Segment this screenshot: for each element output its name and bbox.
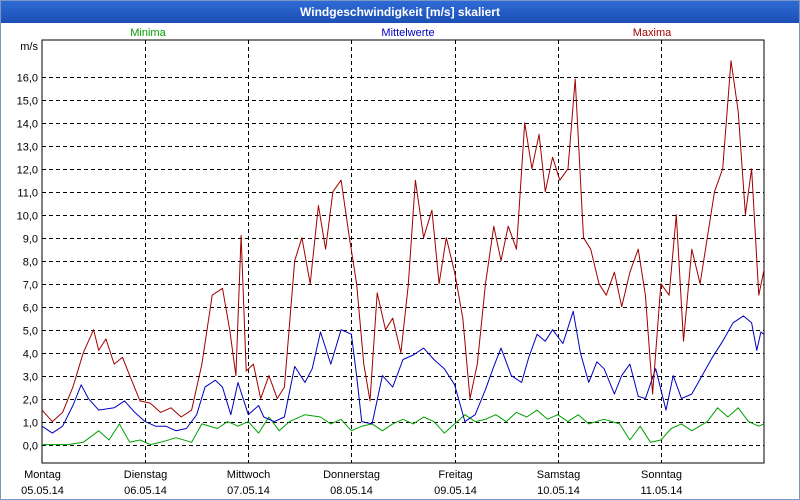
- y-tick-label: 9,0: [23, 234, 38, 246]
- x-tick-date: 08.05.14: [330, 485, 373, 497]
- y-tick-label: 0,0: [23, 441, 38, 453]
- y-tick-label: 7,0: [23, 280, 38, 292]
- x-tick-weekday: Samstag: [537, 469, 580, 481]
- y-tick-label: 6,0: [23, 303, 38, 315]
- y-tick-label: 10,0: [17, 211, 38, 223]
- wind-speed-chart: 0,0 1,0 2,0 3,0 4,0 5,0 6,0 7,0 8,0 9,0 10,0 11,0 12…: [17, 27, 765, 497]
- x-tick-date: 09.05.14: [434, 485, 477, 497]
- x-tick-date: 06.05.14: [124, 485, 167, 497]
- y-tick-label: 2,0: [23, 395, 38, 407]
- x-tick-date: 11.05.14: [640, 485, 682, 497]
- x-tick-weekday: Sonntag: [641, 469, 682, 481]
- y-tick-label: 15,0: [17, 96, 38, 108]
- x-tick-weekday: Montag: [24, 469, 61, 481]
- y-tick-label: 5,0: [23, 326, 38, 338]
- y-tick-label: 14,0: [17, 119, 38, 131]
- y-tick-label: 1,0: [23, 418, 38, 430]
- y-tick-label: 11,0: [17, 188, 38, 200]
- y-tick-label: 13,0: [17, 142, 38, 154]
- y-axis-label: m/s: [20, 41, 38, 53]
- x-tick-date: 07.05.14: [227, 485, 270, 497]
- y-tick-label: 16,0: [17, 73, 38, 85]
- x-tick-weekday: Freitag: [438, 469, 472, 481]
- y-tick-label: 4,0: [23, 349, 38, 361]
- legend-maxima: Maxima: [633, 27, 672, 39]
- x-tick-weekday: Donnerstag: [323, 469, 380, 481]
- y-tick-label: 3,0: [23, 372, 38, 384]
- legend-mittelwerte: Mittelwerte: [381, 27, 434, 39]
- x-tick-date: 10.05.14: [537, 485, 580, 497]
- x-tick-weekday: Dienstag: [124, 469, 167, 481]
- x-tick-date: 05.05.14: [21, 485, 64, 497]
- legend-minima: Minima: [130, 27, 166, 39]
- y-tick-label: 12,0: [17, 165, 38, 177]
- x-tick-weekday: Mittwoch: [227, 469, 270, 481]
- y-tick-label: 8,0: [23, 257, 38, 269]
